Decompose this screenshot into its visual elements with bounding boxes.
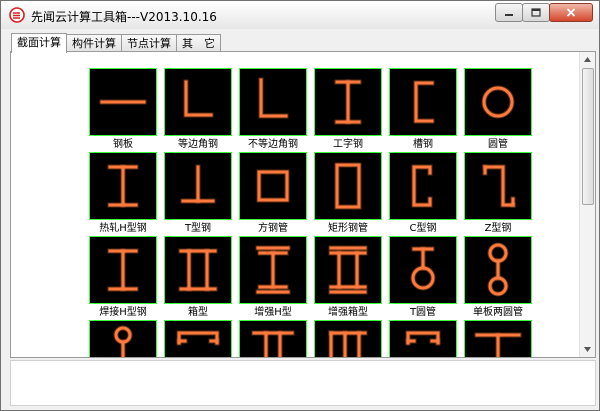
section-label: 矩形钢管 xyxy=(328,223,368,234)
section-label: 工字钢 xyxy=(333,139,363,150)
window-controls xyxy=(495,3,593,22)
section-item[interactable] xyxy=(314,320,382,357)
section-label: 圆管 xyxy=(488,139,508,150)
close-button[interactable] xyxy=(549,3,593,22)
tab-member-calc[interactable]: 构件计算 xyxy=(66,34,122,52)
z-section-icon[interactable] xyxy=(464,152,532,220)
tab-section-calc[interactable]: 截面计算 xyxy=(11,33,67,53)
section-item[interactable]: 不等边角钢 xyxy=(239,68,307,152)
tab-bar: 截面计算 构件计算 节点计算 其 它 xyxy=(11,33,221,53)
section-item[interactable]: 箱型 xyxy=(164,236,232,320)
app-window: 先闻云计算工具箱---V2013.10.16 截面计算 构件计算 节点计算 其 … xyxy=(0,0,600,411)
section-item[interactable]: 增强箱型 xyxy=(314,236,382,320)
welded-h-section-icon[interactable] xyxy=(89,236,157,304)
section-label: 增强H型 xyxy=(254,307,292,318)
section-label: 方钢管 xyxy=(258,223,288,234)
section-item[interactable]: 矩形钢管 xyxy=(314,152,382,236)
section-item[interactable] xyxy=(464,320,532,357)
section-item[interactable]: 单板两圆管 xyxy=(464,236,532,320)
square-tube-section-icon[interactable] xyxy=(239,152,307,220)
c-section-icon[interactable] xyxy=(389,152,457,220)
section-item[interactable] xyxy=(239,320,307,357)
title-bar[interactable]: 先闻云计算工具箱---V2013.10.16 xyxy=(1,1,599,29)
section-item[interactable]: 方钢管 xyxy=(239,152,307,236)
section-label: 槽钢 xyxy=(413,139,433,150)
minimize-icon xyxy=(505,13,513,16)
section-item[interactable]: 槽钢 xyxy=(389,68,457,152)
section-label: 增强箱型 xyxy=(328,307,368,318)
section-item[interactable]: T型钢 xyxy=(164,152,232,236)
section-label: 热轧H型钢 xyxy=(99,223,147,234)
section-label: 焊接H型钢 xyxy=(99,307,147,318)
unequal-angle-section-icon[interactable] xyxy=(239,68,307,136)
hot-rolled-h-section-icon[interactable] xyxy=(89,152,157,220)
double-t-section-icon[interactable] xyxy=(239,320,307,357)
section-item[interactable]: 焊接H型钢 xyxy=(89,236,157,320)
section-label: 单板两圆管 xyxy=(473,307,523,318)
vertical-scrollbar[interactable] xyxy=(579,52,595,357)
scroll-down-button[interactable] xyxy=(580,342,595,357)
app-logo-icon[interactable] xyxy=(9,7,25,23)
section-item[interactable]: T圆管 xyxy=(389,236,457,320)
scroll-thumb[interactable] xyxy=(582,68,594,205)
scroll-up-icon xyxy=(584,57,591,62)
maximize-button[interactable] xyxy=(522,3,550,22)
output-area xyxy=(10,360,596,406)
tab-joint-calc[interactable]: 节点计算 xyxy=(121,34,177,52)
section-item[interactable]: C型钢 xyxy=(389,152,457,236)
equal-angle-section-icon[interactable] xyxy=(164,68,232,136)
t-round-tube-section-icon[interactable] xyxy=(389,236,457,304)
plate-section-icon[interactable] xyxy=(89,68,157,136)
section-item[interactable]: 圆管 xyxy=(464,68,532,152)
i-beam-section-icon[interactable] xyxy=(314,68,382,136)
section-label: T型钢 xyxy=(184,223,212,234)
section-label: 钢板 xyxy=(113,139,133,150)
section-item[interactable]: 增强H型 xyxy=(239,236,307,320)
section-label: C型钢 xyxy=(409,223,437,234)
section-item[interactable]: 钢板 xyxy=(89,68,157,152)
section-label: Z型钢 xyxy=(484,223,512,234)
section-item[interactable] xyxy=(89,320,157,357)
section-item[interactable]: 工字钢 xyxy=(314,68,382,152)
rect-tube-section-icon[interactable] xyxy=(314,152,382,220)
section-item[interactable]: 等边角钢 xyxy=(164,68,232,152)
section-panel: 钢板 等边角钢 不等边角钢 工字钢 槽钢 圆管热轧H型钢 T型钢 方钢管 矩形钢管 C型钢 Z型钢焊… xyxy=(10,51,596,358)
double-channel-alt-section-icon[interactable] xyxy=(389,320,457,357)
maximize-icon xyxy=(531,8,541,17)
section-label: 不等边角钢 xyxy=(248,139,298,150)
t-channel-section-icon[interactable] xyxy=(314,320,382,357)
reinforced-box-section-icon[interactable] xyxy=(314,236,382,304)
channel-section-icon[interactable] xyxy=(389,68,457,136)
section-label: T圆管 xyxy=(409,307,437,318)
wide-t-section-icon[interactable] xyxy=(464,320,532,357)
plate-two-tubes-section-icon[interactable] xyxy=(464,236,532,304)
double-channel-section-icon[interactable] xyxy=(164,320,232,357)
tab-other[interactable]: 其 它 xyxy=(176,34,221,52)
tube-plate-tube-section-icon[interactable] xyxy=(89,320,157,357)
section-grid: 钢板 等边角钢 不等边角钢 工字钢 槽钢 圆管热轧H型钢 T型钢 方钢管 矩形钢管 C型钢 Z型钢焊… xyxy=(89,68,539,357)
section-item[interactable] xyxy=(164,320,232,357)
t-section-icon[interactable] xyxy=(164,152,232,220)
section-item[interactable]: Z型钢 xyxy=(464,152,532,236)
section-item[interactable]: 热轧H型钢 xyxy=(89,152,157,236)
scroll-down-icon xyxy=(584,347,591,352)
reinforced-h-section-icon[interactable] xyxy=(239,236,307,304)
close-icon xyxy=(566,8,576,17)
window-title: 先闻云计算工具箱---V2013.10.16 xyxy=(31,10,217,24)
section-item[interactable] xyxy=(389,320,457,357)
section-label: 等边角钢 xyxy=(178,139,218,150)
minimize-button[interactable] xyxy=(495,3,523,22)
round-tube-section-icon[interactable] xyxy=(464,68,532,136)
box-section-icon[interactable] xyxy=(164,236,232,304)
scroll-up-button[interactable] xyxy=(580,52,595,67)
section-label: 箱型 xyxy=(188,307,208,318)
